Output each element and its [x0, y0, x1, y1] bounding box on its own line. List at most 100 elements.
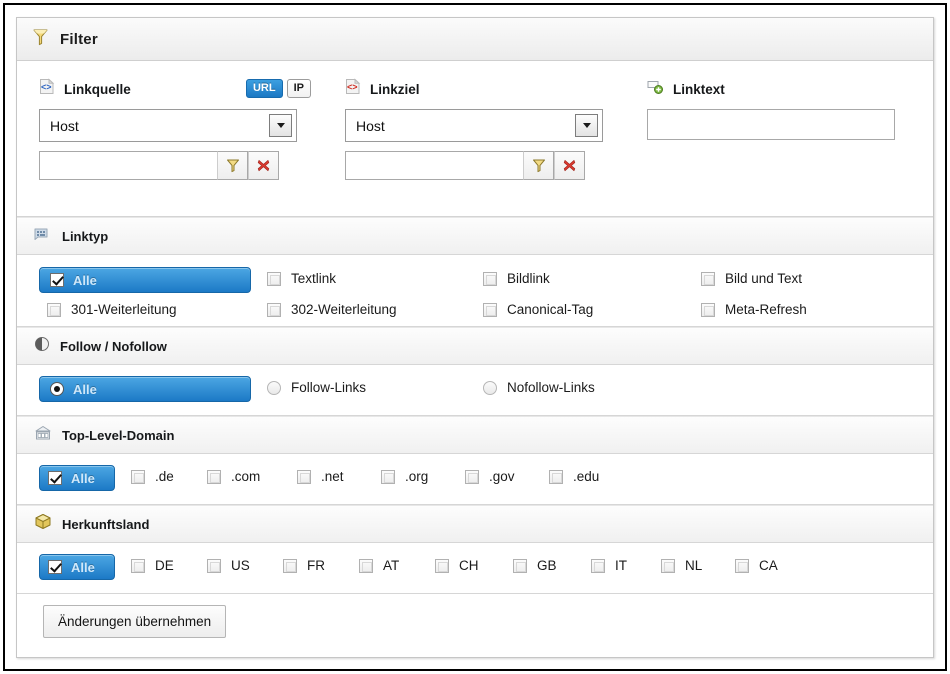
tld-net-checkbox[interactable] [297, 469, 311, 484]
weiterleitung-301-checkbox[interactable] [47, 302, 61, 317]
tld-alle-label: Alle [71, 470, 95, 486]
section-title-linktyp: Linktyp [62, 228, 109, 244]
bildlink-label: Bildlink [507, 271, 550, 286]
link-type-icon [34, 226, 52, 247]
option-canonical-tag[interactable]: Canonical-Tag [483, 302, 593, 317]
country-alle-checkbox[interactable] [48, 560, 62, 574]
page-title: Filter [60, 30, 98, 48]
option-302-weiterleitung[interactable]: 302-Weiterleitung [267, 302, 397, 317]
linkquelle-select[interactable]: Host [39, 109, 297, 142]
country-de-checkbox[interactable] [131, 558, 145, 573]
country-gb-checkbox[interactable] [513, 558, 527, 573]
tld-gov-checkbox[interactable] [465, 469, 479, 484]
option-country-ch[interactable]: CH [435, 558, 479, 573]
meta-refresh-checkbox[interactable] [701, 302, 715, 317]
footer-area: Änderungen übernehmen [17, 594, 933, 650]
linkquelle-mode-toggle: URL IP [245, 79, 311, 98]
tld-de-checkbox[interactable] [131, 469, 145, 484]
apply-changes-button[interactable]: Änderungen übernehmen [43, 605, 227, 638]
section-title-follow: Follow / Nofollow [60, 338, 167, 354]
country-alle-button[interactable]: Alle [39, 554, 115, 580]
tld-net-label: .net [321, 469, 344, 484]
option-bildlink[interactable]: Bildlink [483, 271, 550, 286]
follow-links-radio[interactable] [267, 380, 281, 395]
linkziel-clear-button[interactable] [554, 151, 585, 180]
option-country-at[interactable]: AT [359, 558, 399, 573]
option-tld-edu[interactable]: .edu [549, 469, 599, 484]
tld-com-label: .com [231, 469, 261, 484]
nofollow-links-label: Nofollow-Links [507, 380, 595, 395]
country-at-checkbox[interactable] [359, 558, 373, 573]
option-tld-org[interactable]: .org [381, 469, 428, 484]
option-country-fr[interactable]: FR [283, 558, 325, 573]
follow-alle-button[interactable]: Alle [39, 376, 251, 402]
option-nofollow-links[interactable]: Nofollow-Links [483, 380, 595, 395]
linkquelle-clear-button[interactable] [248, 151, 279, 180]
option-country-it[interactable]: IT [591, 558, 627, 573]
option-country-de[interactable]: DE [131, 558, 174, 573]
chevron-down-icon[interactable] [575, 114, 598, 137]
tld-com-checkbox[interactable] [207, 469, 221, 484]
tld-edu-checkbox[interactable] [549, 469, 563, 484]
linktyp-alle-button[interactable]: Alle [39, 267, 251, 293]
option-bild-und-text[interactable]: Bild und Text [701, 271, 802, 286]
country-ca-checkbox[interactable] [735, 558, 749, 573]
weiterleitung-302-checkbox[interactable] [267, 302, 281, 317]
country-nl-label: NL [685, 558, 703, 573]
option-country-us[interactable]: US [207, 558, 250, 573]
linktyp-alle-label: Alle [73, 272, 97, 288]
country-it-label: IT [615, 558, 627, 573]
country-nl-checkbox[interactable] [661, 558, 675, 573]
linktyp-alle-checkbox[interactable] [50, 273, 64, 287]
package-icon [34, 513, 52, 535]
mode-ip-button[interactable]: IP [286, 79, 311, 98]
country-it-checkbox[interactable] [591, 558, 605, 573]
linkquelle-select-value: Host [50, 117, 79, 134]
textfield-add-icon [647, 79, 664, 100]
mode-url-button[interactable]: URL [245, 79, 283, 98]
linkquelle-apply-filter-button[interactable] [217, 151, 248, 180]
section-body-follow: Alle Follow-Links Nofollow-Links [17, 365, 933, 416]
option-301-weiterleitung[interactable]: 301-Weiterleitung [47, 302, 177, 317]
nofollow-links-radio[interactable] [483, 380, 497, 395]
textlink-checkbox[interactable] [267, 271, 281, 286]
country-ca-label: CA [759, 558, 778, 573]
follow-links-label: Follow-Links [291, 380, 367, 395]
canonical-tag-checkbox[interactable] [483, 302, 497, 317]
option-tld-com[interactable]: .com [207, 469, 260, 484]
section-title-tld: Top-Level-Domain [62, 427, 175, 443]
country-us-checkbox[interactable] [207, 558, 221, 573]
follow-alle-radio[interactable] [50, 382, 64, 396]
linkziel-input[interactable] [345, 151, 523, 180]
option-tld-gov[interactable]: .gov [465, 469, 515, 484]
bild-und-text-checkbox[interactable] [701, 271, 715, 286]
option-textlink[interactable]: Textlink [267, 271, 336, 286]
tld-org-checkbox[interactable] [381, 469, 395, 484]
linkquelle-input[interactable] [39, 151, 217, 180]
country-fr-checkbox[interactable] [283, 558, 297, 573]
option-meta-refresh[interactable]: Meta-Refresh [701, 302, 807, 317]
option-country-ca[interactable]: CA [735, 558, 778, 573]
tld-alle-button[interactable]: Alle [39, 465, 115, 491]
chevron-down-icon[interactable] [269, 114, 292, 137]
section-header-follow: Follow / Nofollow [17, 327, 933, 365]
country-ch-checkbox[interactable] [435, 558, 449, 573]
option-country-gb[interactable]: GB [513, 558, 557, 573]
tld-alle-checkbox[interactable] [48, 471, 62, 485]
filter-panel: Filter <> Linkquelle URL IP Host <> Link… [16, 17, 934, 658]
linkziel-select[interactable]: Host [345, 109, 603, 142]
linkziel-apply-filter-button[interactable] [523, 151, 554, 180]
apply-changes-label: Änderungen übernehmen [58, 614, 212, 629]
option-country-nl[interactable]: NL [661, 558, 702, 573]
linktext-input[interactable] [647, 109, 895, 140]
linkziel-input-row [345, 151, 617, 180]
bildlink-checkbox[interactable] [483, 271, 497, 286]
section-body-linktyp: Alle Textlink Bildlink Bild und Text 301… [17, 255, 933, 327]
option-tld-net[interactable]: .net [297, 469, 344, 484]
tld-edu-label: .edu [573, 469, 600, 484]
option-follow-links[interactable]: Follow-Links [267, 380, 366, 395]
option-tld-de[interactable]: .de [131, 469, 174, 484]
linkquelle-group: <> Linkquelle URL IP Host [39, 78, 311, 180]
canonical-tag-label: Canonical-Tag [507, 302, 594, 317]
svg-text:<>: <> [347, 82, 358, 92]
